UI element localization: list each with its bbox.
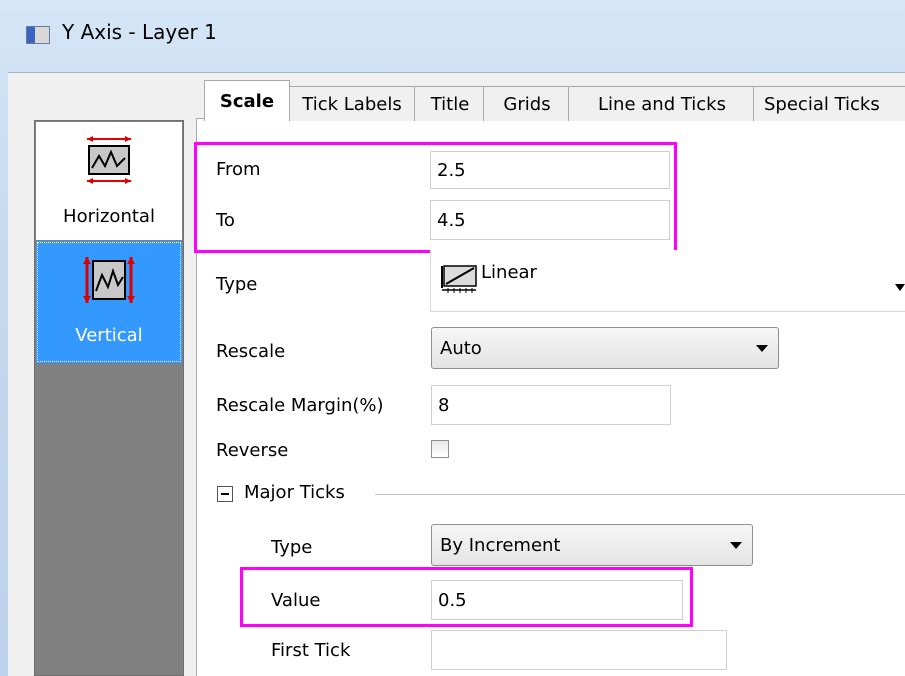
tick-type-value: By Increment (440, 534, 561, 556)
tick-type-label: Type (271, 537, 313, 558)
selector-item-label: Horizontal (63, 206, 155, 227)
rescale-margin-input[interactable]: 8 (431, 385, 671, 425)
linear-scale-icon (441, 265, 477, 293)
tick-value-input[interactable]: 0.5 (431, 580, 683, 620)
tick-type-dropdown[interactable]: By Increment (431, 524, 753, 566)
rescale-value: Auto (440, 337, 482, 359)
scale-type-label: Type (216, 274, 258, 295)
chevron-down-icon (895, 284, 905, 291)
horizontal-axis-icon (87, 136, 131, 184)
app-icon (26, 26, 50, 44)
selector-item-vertical[interactable]: Vertical (36, 241, 182, 363)
collapse-icon[interactable] (217, 486, 233, 502)
reverse-label: Reverse (216, 440, 289, 461)
tab-special-ticks[interactable]: Special Ticks (753, 86, 905, 121)
chevron-down-icon (730, 542, 742, 549)
to-input[interactable]: 4.5 (430, 200, 670, 240)
reverse-checkbox[interactable] (431, 440, 449, 458)
vertical-axis-icon (83, 257, 135, 303)
window-title: Y Axis - Layer 1 (62, 20, 217, 44)
rescale-dropdown[interactable]: Auto (431, 327, 779, 369)
tab-strip: Scale Tick Labels Title Grids Line and T… (200, 78, 905, 121)
scale-type-value: Linear (481, 262, 537, 283)
to-label: To (216, 210, 235, 231)
group-divider (375, 494, 905, 495)
selector-item-horizontal[interactable]: Horizontal (36, 122, 182, 240)
selector-item-label: Vertical (75, 325, 143, 346)
from-label: From (216, 159, 261, 180)
tab-title[interactable]: Title (414, 86, 486, 121)
tab-line-and-ticks[interactable]: Line and Ticks (568, 86, 756, 121)
chevron-down-icon (756, 345, 768, 352)
tick-value-label: Value (271, 590, 321, 611)
rescale-label: Rescale (216, 341, 286, 362)
first-tick-label: First Tick (271, 640, 351, 661)
tab-tick-labels[interactable]: Tick Labels (287, 86, 417, 121)
first-tick-input[interactable] (431, 630, 727, 670)
scale-type-dropdown[interactable]: Linear (430, 250, 905, 312)
tab-grids[interactable]: Grids (483, 86, 571, 121)
rescale-margin-label: Rescale Margin(%) (216, 395, 384, 416)
from-input[interactable]: 2.5 (430, 151, 670, 189)
tab-scale[interactable]: Scale (204, 80, 290, 121)
major-ticks-group-label: Major Ticks (244, 482, 345, 503)
